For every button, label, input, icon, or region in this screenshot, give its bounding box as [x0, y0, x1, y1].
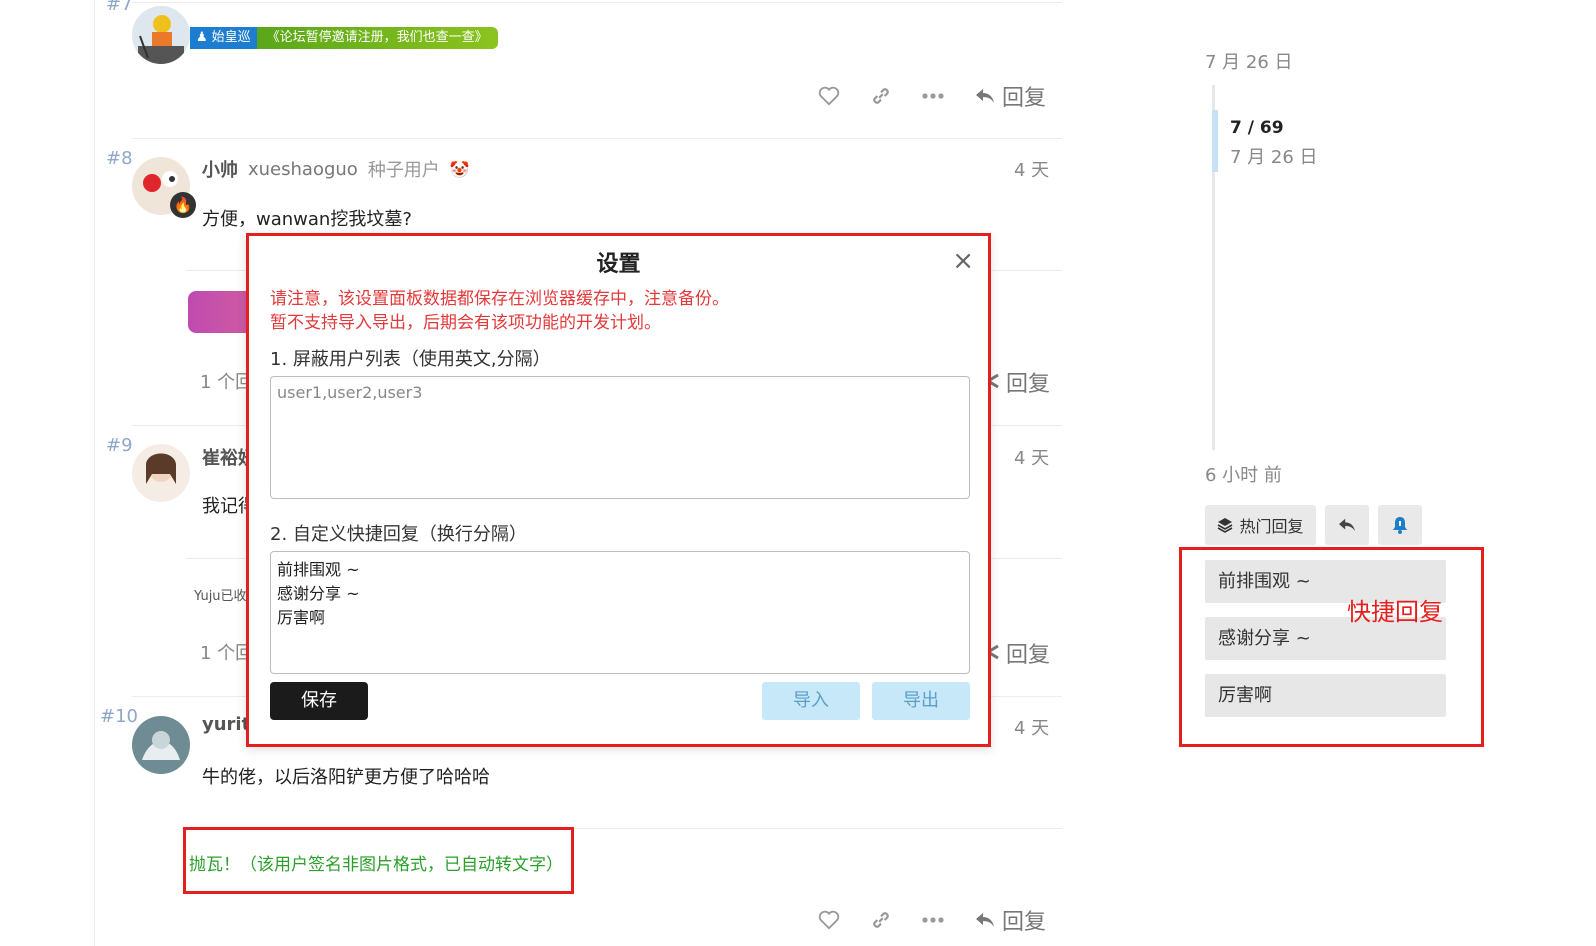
- username[interactable]: 小帅: [202, 156, 238, 182]
- bell-icon: [1393, 517, 1407, 534]
- post-number[interactable]: #10: [100, 706, 138, 727]
- badge-green: 《论坛暂停邀请注册，我们也查一查》: [256, 27, 498, 49]
- reply-button[interactable]: 回复: [974, 80, 1046, 112]
- warning-line-2: 暂不支持导入导出，后期会有该项功能的开发计划。: [270, 313, 661, 333]
- warning-line-1: 请注意，该设置面板数据都保存在浏览器缓存中，注意备份。: [270, 289, 729, 309]
- more-dots-icon[interactable]: [922, 92, 944, 100]
- reply-arrow-icon: [976, 913, 994, 927]
- badge-blue: ♟ 始皇巡: [190, 27, 257, 49]
- embed-text: Yuju已收: [194, 589, 247, 604]
- reply-button[interactable]: 回复: [986, 366, 1050, 398]
- quick-reply-item[interactable]: 厉害啊: [1205, 674, 1446, 717]
- layers-icon: [1218, 518, 1233, 533]
- penguin-icon: ♟: [196, 30, 208, 45]
- blocklist-placeholder: user1,user2,user3: [277, 383, 423, 402]
- post-meta: 小帅 xueshaoguo 种子用户 🤡: [202, 156, 470, 182]
- timeline-start-date[interactable]: 7 月 26 日: [1205, 48, 1293, 74]
- timeline-position-date: 7 月 26 日: [1230, 147, 1318, 168]
- post-body: 牛的佬，以后洛阳铲更方便了哈哈哈: [202, 767, 490, 788]
- avatar[interactable]: [132, 444, 190, 502]
- export-button[interactable]: 导出: [872, 682, 970, 720]
- post-date[interactable]: 4 天: [1014, 156, 1049, 182]
- badge-blue-label: 始皇巡: [211, 30, 251, 45]
- like-heart-icon[interactable]: [818, 86, 840, 106]
- post-number[interactable]: #7: [106, 0, 133, 15]
- notification-button[interactable]: [1378, 505, 1422, 545]
- reply-label: 回复: [1006, 643, 1051, 668]
- post-number[interactable]: #8: [106, 148, 133, 169]
- content-left-border: [94, 0, 95, 946]
- reply-topic-button[interactable]: [1325, 505, 1369, 545]
- hot-replies-button[interactable]: 热门回复: [1205, 505, 1316, 545]
- timeline-end-date[interactable]: 6 小时 前: [1205, 461, 1282, 487]
- reply-label: 回复: [1002, 86, 1047, 111]
- hot-replies-label: 热门回复: [1239, 517, 1304, 536]
- user-signature: 抛瓦！（该用户签名非图片格式，已自动转文字）: [189, 855, 563, 875]
- quick-reply-textarea[interactable]: 前排围观 ~ 感谢分享 ~ 厉害啊: [270, 551, 970, 674]
- reply-arrow-icon: [1339, 518, 1355, 532]
- reply-button[interactable]: 回复: [974, 904, 1046, 936]
- avatar[interactable]: [132, 716, 190, 774]
- flame-icon: 🔥: [170, 192, 196, 218]
- divider: [132, 138, 1062, 139]
- quick-reply-label: 2. 自定义快捷回复（换行分隔）: [270, 524, 527, 545]
- reply-button[interactable]: 回复: [986, 637, 1050, 669]
- reply-arrow-icon: [976, 89, 994, 103]
- link-icon[interactable]: [870, 85, 892, 107]
- like-heart-icon[interactable]: [818, 910, 840, 930]
- timeline-position: 7 / 69: [1230, 118, 1284, 138]
- quick-reply-annotation: 快捷回复: [1347, 598, 1443, 626]
- user-title: 种子用户: [367, 160, 440, 181]
- post-date[interactable]: 4 天: [1014, 444, 1049, 470]
- post-actions: 回复: [818, 80, 1046, 112]
- link-icon[interactable]: [870, 909, 892, 931]
- user-handle[interactable]: xueshaoguo: [248, 159, 358, 180]
- post-body: 方便，wanwan挖我坟墓?: [202, 209, 412, 230]
- modal-title: 设置: [596, 252, 641, 277]
- reply-label: 回复: [1006, 372, 1051, 397]
- divider: [132, 2, 1062, 3]
- import-button[interactable]: 导入: [762, 682, 860, 720]
- timeline-handle[interactable]: [1212, 110, 1218, 172]
- settings-modal: 设置 × 请注意，该设置面板数据都保存在浏览器缓存中，注意备份。 暂不支持导入导…: [246, 233, 991, 747]
- post-actions: 回复: [818, 904, 1046, 936]
- blocklist-textarea[interactable]: user1,user2,user3: [270, 376, 970, 499]
- avatar[interactable]: [132, 6, 190, 64]
- blocklist-label: 1. 屏蔽用户列表（使用英文,分隔）: [270, 349, 551, 370]
- post-number[interactable]: #9: [106, 435, 133, 456]
- close-icon[interactable]: ×: [952, 246, 974, 276]
- reply-label: 回复: [1002, 910, 1047, 935]
- more-dots-icon[interactable]: [922, 916, 944, 924]
- clown-emoji-icon: 🤡: [449, 159, 470, 179]
- user-badge: ♟ 始皇巡 《论坛暂停邀请注册，我们也查一查》: [190, 27, 498, 49]
- post-date[interactable]: 4 天: [1014, 714, 1049, 740]
- save-button[interactable]: 保存: [270, 682, 368, 720]
